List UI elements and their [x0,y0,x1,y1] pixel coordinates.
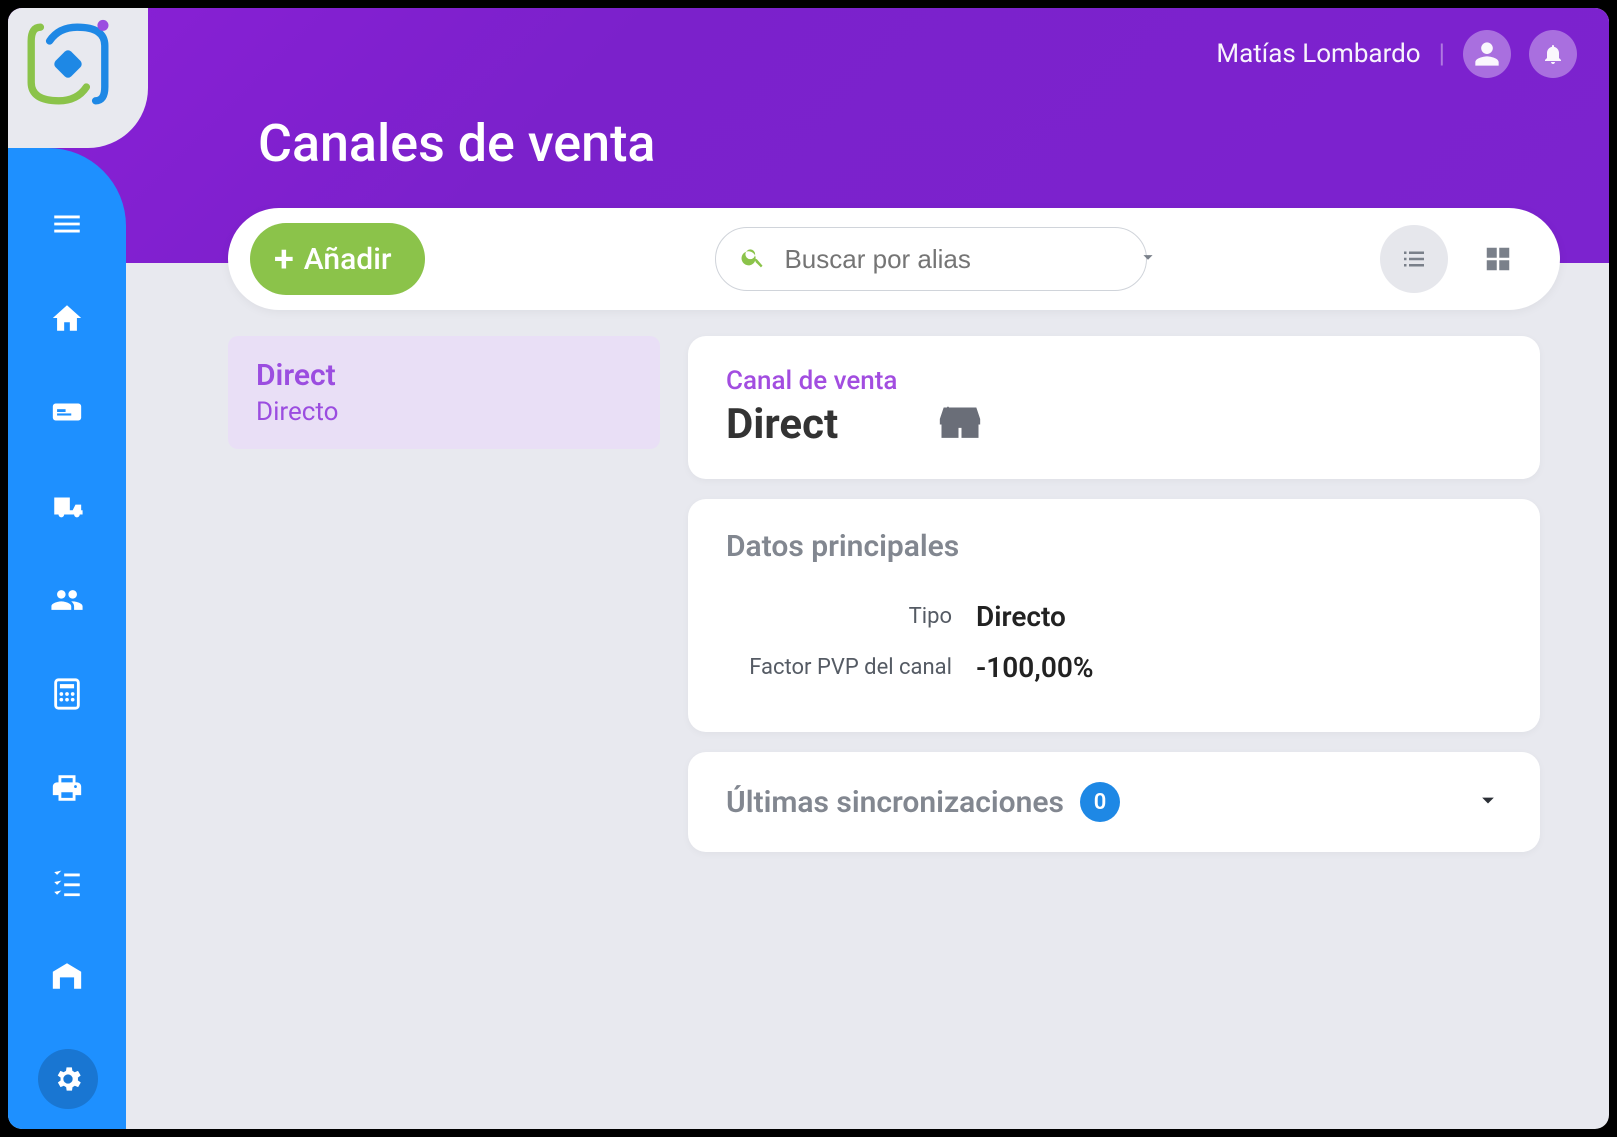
sync-count-badge: 0 [1080,782,1120,822]
channel-list: Direct Directo [228,336,660,449]
list-item[interactable]: Direct Directo [228,336,660,449]
sidebar-home[interactable] [47,298,87,338]
view-list-button[interactable] [1380,225,1448,293]
search-combo[interactable] [715,227,1147,291]
checklist-icon [50,865,84,899]
sidebar-checklist[interactable] [47,862,87,902]
hamburger-icon [50,207,84,241]
plus-icon: + [274,238,294,280]
search-icon [740,244,766,274]
grid-icon [1483,244,1513,274]
bell-icon [1541,42,1565,66]
sidebar-warehouse[interactable] [47,956,87,996]
home-icon [50,301,84,335]
chevron-down-icon [1474,786,1502,814]
field-type-label: Tipo [726,604,976,629]
channel-header-card: Canal de venta Direct [688,336,1540,479]
sync-title: Últimas sincronizaciones [726,785,1064,820]
search-input[interactable] [784,244,1119,275]
add-button[interactable]: + Añadir [250,223,425,295]
expand-sync[interactable] [1474,786,1502,818]
user-separator: | [1439,39,1445,69]
chevron-down-icon[interactable] [1137,246,1159,272]
settings-button[interactable] [38,1049,98,1109]
warehouse-icon [50,959,84,993]
menu-toggle[interactable] [47,204,87,244]
section-label: Canal de venta [726,366,1502,396]
list-item-title: Direct [256,358,632,393]
field-pvp-value: -100,00% [976,651,1093,684]
main-data-card: Datos principales Tipo Directo Factor PV… [688,499,1540,732]
add-button-label: Añadir [304,242,392,277]
list-item-subtitle: Directo [256,397,632,427]
sidebar-badge[interactable] [47,392,87,432]
list-icon [1399,244,1429,274]
sidebar-print[interactable] [47,768,87,808]
sidebar [8,148,126,1129]
field-pvp-label: Factor PVP del canal [726,655,976,680]
store-disabled-icon [938,401,982,445]
users-icon [50,583,84,617]
notifications-button[interactable] [1529,30,1577,78]
avatar[interactable] [1463,30,1511,78]
user-icon [1473,40,1501,68]
field-type-value: Directo [976,600,1066,633]
logo-icon [22,18,114,110]
field-type: Tipo Directo [726,600,1502,633]
sidebar-shipping[interactable] [47,486,87,526]
page-title: Canales de venta [258,113,655,174]
channel-name: Direct [726,400,838,449]
truck-icon [50,489,84,523]
printer-icon [50,771,84,805]
sync-card[interactable]: Últimas sincronizaciones 0 [688,752,1540,852]
gear-icon [52,1063,84,1095]
id-card-icon [50,395,84,429]
sidebar-users[interactable] [47,580,87,620]
user-name[interactable]: Matías Lombardo [1216,39,1420,69]
app-logo[interactable] [8,8,148,148]
main-data-title: Datos principales [726,529,1502,564]
field-pvp: Factor PVP del canal -100,00% [726,651,1502,684]
view-grid-button[interactable] [1464,225,1532,293]
toolbar: + Añadir [228,208,1560,310]
sidebar-calculator[interactable] [47,674,87,714]
calculator-icon [50,677,84,711]
detail-panel: Canal de venta Direct Datos principales … [688,336,1540,852]
